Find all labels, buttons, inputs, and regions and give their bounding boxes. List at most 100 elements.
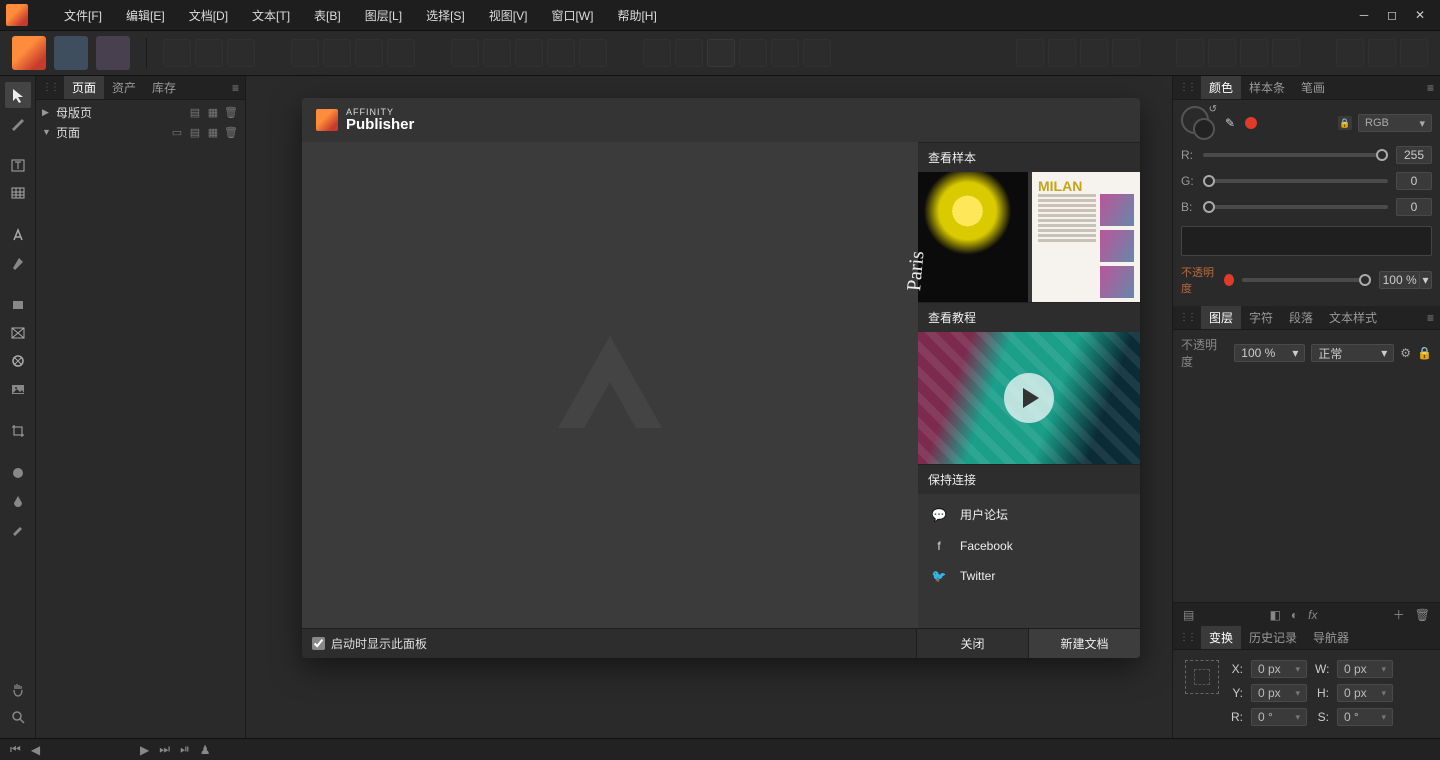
tab-pages[interactable]: 页面 [64,76,104,99]
tool-move[interactable] [5,82,31,108]
nav-first-icon[interactable]: ⏮ [10,742,21,757]
tool-text-frame[interactable] [5,152,31,178]
nav-next-icon[interactable]: ▶ [140,743,149,757]
tool-transparency[interactable] [5,488,31,514]
layer-opacity-dropdown[interactable]: 100 %▾ [1234,344,1305,362]
adjustment-icon[interactable]: ◐ [1291,608,1298,622]
toolbar-button[interactable] [1272,39,1300,67]
toolbar-button[interactable] [707,39,735,67]
thumbnail-view-icon[interactable]: ▦ [205,105,221,119]
layers-stack-icon[interactable]: ▤ [1183,608,1194,622]
close-button[interactable]: 关闭 [916,629,1028,658]
toolbar-button[interactable] [227,39,255,67]
menu-edit[interactable]: 编辑[E] [114,0,177,30]
opacity-value[interactable]: 100 % [1379,271,1420,289]
tool-ellipse[interactable] [5,348,31,374]
tool-fill[interactable] [5,460,31,486]
y-value[interactable]: 0 px▾ [1251,684,1307,702]
tree-row-pages[interactable]: ▼ 页面 ▭ ▤ ▦ 🗑 [36,122,245,142]
slider-g[interactable] [1203,179,1388,183]
window-minimize[interactable]: ─ [1350,0,1378,30]
persona-designer[interactable] [54,36,88,70]
toolbar-button[interactable] [387,39,415,67]
tutorials-thumbnail[interactable] [918,332,1140,464]
add-layer-icon[interactable]: ＋ [1393,606,1405,623]
toolbar-button[interactable] [1016,39,1044,67]
eyedropper-icon[interactable]: ✎ [1225,116,1235,130]
link-facebook[interactable]: f Facebook [918,531,1140,561]
color-mode-dropdown[interactable]: RGB▾ [1358,114,1432,132]
persona-photo[interactable] [96,36,130,70]
panel-grip[interactable]: ⋮⋮ [1173,82,1201,93]
toolbar-button[interactable] [515,39,543,67]
menu-file[interactable]: 文件[F] [52,0,114,30]
panel-grip[interactable]: ⋮⋮ [36,82,64,93]
toolbar-button[interactable] [291,39,319,67]
toolbar-button[interactable] [1112,39,1140,67]
menu-help[interactable]: 帮助[H] [605,0,668,30]
toolbar-button[interactable] [675,39,703,67]
menu-table[interactable]: 表[B] [302,0,353,30]
menu-view[interactable]: 视图[V] [477,0,540,30]
opacity-slider[interactable] [1242,278,1371,282]
fx-icon[interactable]: fx [1308,608,1317,622]
blend-mode-dropdown[interactable]: 正常▾ [1311,344,1394,362]
menu-layer[interactable]: 图层[L] [353,0,414,30]
nav-end-icon[interactable]: ⏯ [180,742,190,757]
toolbar-button[interactable] [163,39,191,67]
tab-swatches[interactable]: 样本条 [1241,76,1293,99]
anchor-picker[interactable] [1185,660,1219,694]
menu-document[interactable]: 文档[D] [177,0,240,30]
panel-grip[interactable]: ⋮⋮ [1173,632,1201,643]
menu-window[interactable]: 窗口[W] [539,0,605,30]
tab-stock[interactable]: 库存 [144,76,184,99]
play-icon[interactable] [1004,373,1054,423]
toolbar-button[interactable] [451,39,479,67]
toolbar-button[interactable] [643,39,671,67]
tab-assets[interactable]: 资产 [104,76,144,99]
opacity-dropdown[interactable]: ▾ [1420,271,1432,289]
tool-table[interactable] [5,180,31,206]
toolbar-button[interactable] [803,39,831,67]
fill-stroke-swatch[interactable]: ↺ [1181,106,1215,140]
tool-place-image[interactable] [5,376,31,402]
lock-icon[interactable]: 🔒 [1338,116,1352,130]
tab-paragraph[interactable]: 段落 [1281,306,1321,329]
panel-menu-icon[interactable]: ≡ [1421,81,1440,95]
slider-r[interactable] [1203,153,1388,157]
toolbar-button[interactable] [1048,39,1076,67]
toolbar-button[interactable] [771,39,799,67]
trash-icon[interactable]: 🗑 [1415,608,1430,622]
toolbar-button[interactable] [1336,39,1364,67]
tab-textstyles[interactable]: 文本样式 [1321,306,1385,329]
show-on-startup-checkbox[interactable]: 启动时显示此面板 [312,635,427,652]
gear-icon[interactable]: ⚙ [1400,346,1411,360]
value-b[interactable]: 0 [1396,198,1432,216]
tool-crop[interactable] [5,418,31,444]
x-value[interactable]: 0 px▾ [1251,660,1307,678]
delete-icon[interactable]: 🗑 [223,125,239,139]
tree-row-masters[interactable]: ▶ 母版页 ▤ ▦ 🗑 [36,102,245,122]
toolbar-button[interactable] [1208,39,1236,67]
new-document-button[interactable]: 新建文档 [1028,629,1140,658]
lock-icon[interactable]: 🔒 [1417,346,1432,360]
tool-node[interactable] [5,110,31,136]
tab-color[interactable]: 颜色 [1201,76,1241,99]
toolbar-button[interactable] [1368,39,1396,67]
panel-menu-icon[interactable]: ≡ [1421,311,1440,325]
r-value[interactable]: 0 °▾ [1251,708,1307,726]
link-forum[interactable]: 💬 用户论坛 [918,498,1140,531]
tree-expand-icon[interactable]: ▶ [42,107,52,118]
menu-text[interactable]: 文本[T] [240,0,302,30]
list-view-icon[interactable]: ▤ [187,125,203,139]
tool-hand[interactable] [5,676,31,702]
nav-last-icon[interactable]: ⏭ [159,742,170,757]
tool-artistic-text[interactable] [5,222,31,248]
w-value[interactable]: 0 px▾ [1337,660,1393,678]
persona-publisher[interactable] [12,36,46,70]
toolbar-button[interactable] [1240,39,1268,67]
toolbar-button[interactable] [1400,39,1428,67]
tool-pen[interactable] [5,250,31,276]
samples-thumbnail[interactable]: MILAN [918,172,1140,302]
tool-picture-frame[interactable] [5,320,31,346]
